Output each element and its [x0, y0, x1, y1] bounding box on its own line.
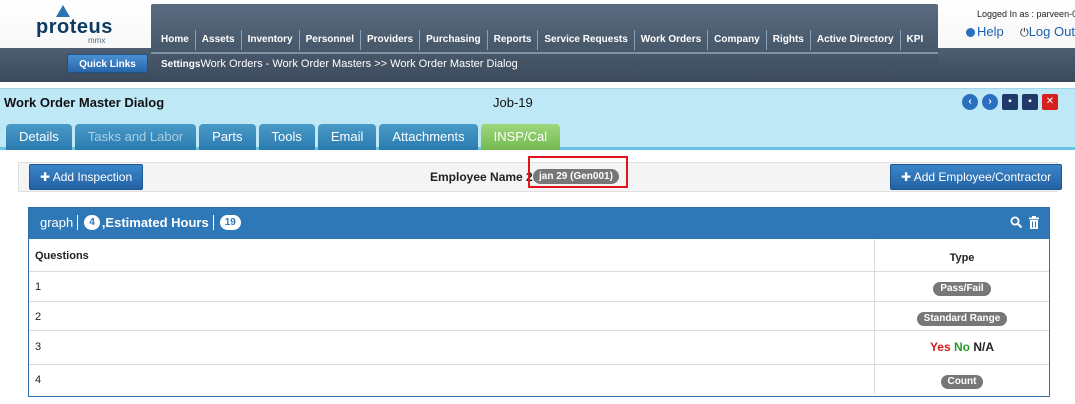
nav-item-company[interactable]: Company: [708, 30, 767, 50]
tab-parts[interactable]: Parts: [199, 124, 256, 150]
job-label: Job-19: [493, 95, 533, 110]
type-badge: Pass/Fail: [933, 282, 991, 296]
dialog-header: Work Order Master Dialog Job-19 ‹ › ▪ ▪ …: [0, 88, 1075, 116]
trash-icon[interactable]: [1027, 216, 1040, 229]
quick-links-button[interactable]: Quick Links: [67, 54, 148, 73]
help-label: Help: [977, 24, 1004, 39]
dialog-toolbar: ‹ › ▪ ▪ ✕: [962, 94, 1058, 110]
graph-count-badge: 4: [84, 215, 100, 230]
nav-item-personnel[interactable]: Personnel: [300, 30, 361, 50]
separator: [212, 215, 214, 230]
nav-item-inventory[interactable]: Inventory: [242, 30, 300, 50]
nav-item-kpi[interactable]: KPI: [901, 30, 930, 50]
type-cell: Yes No N/A: [874, 331, 1049, 364]
type-badge: Standard Range: [916, 312, 1008, 326]
tab-attachments[interactable]: Attachments: [379, 124, 478, 150]
settings-link[interactable]: Settings: [161, 59, 200, 70]
highlight-box: [528, 156, 628, 188]
plus-icon: ✚: [901, 170, 912, 184]
nav-divider: [151, 52, 938, 54]
question-number: 1: [35, 281, 42, 293]
add-inspection-label: Add Inspection: [52, 170, 133, 184]
logo-sub: mmx: [88, 36, 106, 45]
nav-item-assets[interactable]: Assets: [196, 30, 242, 50]
tab-strip: Details Tasks and Labor Parts Tools Email Att…: [0, 116, 1075, 150]
type-column-header: Type: [949, 252, 975, 264]
nav-item-service-requests[interactable]: Service Requests: [538, 30, 635, 50]
tab-email[interactable]: Email: [317, 124, 377, 150]
nav-item-active-directory[interactable]: Active Directory: [811, 30, 901, 50]
nav-item-home[interactable]: Home: [155, 30, 196, 50]
nav-item-reports[interactable]: Reports: [488, 30, 539, 50]
power-icon: ⏻: [1020, 27, 1029, 39]
inspection-panel: graph 4 ,Estimated Hours 19 Questions Ty…: [28, 207, 1050, 397]
na-option: N/A: [973, 340, 995, 354]
graph-label: graph: [40, 215, 74, 230]
help-icon: [966, 28, 975, 38]
question-number: 3: [35, 341, 42, 353]
logo[interactable]: proteus mmx: [0, 0, 150, 48]
type-cell: Count: [874, 365, 1049, 394]
tab-insp-cal[interactable]: INSP/Cal: [480, 124, 561, 150]
previous-icon[interactable]: ‹: [962, 94, 978, 110]
table-row[interactable]: 1 Pass/Fail: [29, 272, 1049, 302]
save-icon[interactable]: ▪: [1002, 94, 1018, 110]
search-icon[interactable]: [1010, 216, 1023, 229]
questions-column-header: Questions: [35, 250, 89, 262]
nav-item-work-orders[interactable]: Work Orders: [635, 30, 709, 50]
tab-details[interactable]: Details: [6, 124, 72, 150]
type-cell: Standard Range: [874, 302, 1049, 330]
no-option: No: [954, 340, 971, 354]
inspection-bar: ✚ Add Inspection Employee Name 2: jan 29…: [18, 156, 1063, 192]
nav-item-rights[interactable]: Rights: [767, 30, 811, 50]
add-employee-button[interactable]: ✚ Add Employee/Contractor: [890, 164, 1063, 190]
estimated-hours-badge: 19: [219, 215, 241, 230]
estimated-hours-label: ,Estimated Hours: [101, 215, 209, 230]
question-number: 4: [35, 374, 42, 386]
table-header-row: Questions Type: [29, 239, 1049, 272]
top-header: proteus mmx Home Assets Inventory Personnel…: [0, 0, 1075, 82]
panel-header: graph 4 ,Estimated Hours 19: [29, 208, 1049, 239]
nav-item-providers[interactable]: Providers: [361, 30, 421, 50]
tab-list: Details Tasks and Labor Parts Tools Email Att…: [6, 124, 561, 150]
type-cell: Pass/Fail: [874, 272, 1049, 301]
logged-in-text: Logged In as : parveen-0: [977, 9, 1075, 19]
question-number: 2: [35, 311, 42, 323]
nav-item-purchasing[interactable]: Purchasing: [420, 30, 488, 50]
main-nav: Home Assets Inventory Personnel Providers Pur…: [155, 30, 929, 50]
next-icon[interactable]: ›: [982, 94, 998, 110]
type-badge: Count: [940, 375, 984, 389]
logout-label: Log Out: [1028, 24, 1075, 39]
employee-name-label: Employee Name 2:: [430, 170, 537, 184]
tab-tools[interactable]: Tools: [258, 124, 315, 150]
dialog-title: Work Order Master Dialog: [4, 95, 165, 110]
questions-table: Questions Type 1 Pass/Fail 2 Standard Ra…: [29, 239, 1049, 394]
close-icon[interactable]: ✕: [1042, 94, 1058, 110]
panel-actions: [1010, 216, 1040, 229]
save-close-icon[interactable]: ▪: [1022, 94, 1038, 110]
plus-icon: ✚: [40, 170, 51, 184]
separator: [77, 215, 79, 230]
table-row[interactable]: 2 Standard Range: [29, 302, 1049, 331]
yes-no-na-options: Yes No N/A: [930, 340, 994, 354]
help-link[interactable]: Help: [966, 24, 1004, 39]
type-column-header-cell: Type: [874, 239, 1049, 271]
yes-option: Yes: [929, 340, 951, 354]
breadcrumb: SettingsWork Orders - Work Order Masters…: [161, 58, 518, 70]
table-row[interactable]: 3 Yes No N/A: [29, 331, 1049, 365]
logout-link[interactable]: ⏻Log Out: [1020, 24, 1075, 40]
breadcrumb-path: Work Orders - Work Order Masters >> Work…: [200, 58, 518, 70]
table-row[interactable]: 4 Count: [29, 365, 1049, 394]
tab-tasks-and-labor: Tasks and Labor: [74, 124, 197, 150]
add-inspection-button[interactable]: ✚ Add Inspection: [29, 164, 144, 190]
panel-header-content: graph 4 ,Estimated Hours 19: [40, 215, 243, 230]
add-employee-label: Add Employee/Contractor: [913, 170, 1052, 184]
